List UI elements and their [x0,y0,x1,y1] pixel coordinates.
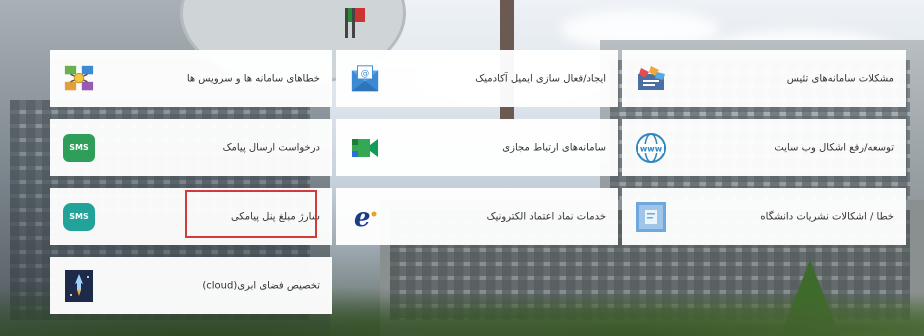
tile-label: خطاهای سامانه ها و سرویس ها [186,73,320,84]
svg-text:e: e [354,203,371,232]
tile-e-trust-symbol[interactable]: e خدمات نماد اعتماد الکترونیک [336,188,618,245]
tile-label: درخواست ارسال پیامک [222,142,320,153]
journal-icon [635,201,667,233]
video-meet-icon [349,132,381,164]
scattered-documents-icon [635,63,667,95]
tile-label: توسعه/رفع اشکال وب سایت [774,142,894,153]
sms-badge: SMS [63,133,95,162]
tile-label: مشکلات سامانه‌های تئیس [786,73,894,84]
svg-text:@: @ [361,68,369,78]
tile-virtual-communication[interactable]: سامانه‌های ارتباط مجازی [336,119,618,176]
tile-label: خدمات نماد اعتماد الکترونیک [486,211,606,222]
tile-website-dev[interactable]: www توسعه/رفع اشکال وب سایت [622,119,906,176]
www-globe-icon: www [635,132,667,164]
email-envelope-icon: @ [349,63,381,95]
svg-text:www: www [640,144,663,153]
tile-academic-email[interactable]: @ ایجاد/فعال سازی ایمیل آکادمیک [336,50,618,107]
tile-sms-panel-charge[interactable]: SMS شارژ مبلغ پنل پیامکی [50,188,332,245]
tile-label: ایجاد/فعال سازی ایمیل آکادمیک [475,73,606,84]
tile-label: تخصیص فضای ابری(cloud) [202,280,320,291]
tile-label: شارژ مبلغ پنل پیامکی [230,211,320,222]
service-tiles-grid: مشکلات سامانه‌های تئیس @ ایجاد/فعال سازی… [0,0,924,336]
e-trust-icon: e [349,201,381,233]
tile-tais-systems[interactable]: مشکلات سامانه‌های تئیس [622,50,906,107]
tile-label: سامانه‌های ارتباط مجازی [502,142,606,153]
tile-cloud-allocation[interactable]: تخصیص فضای ابری(cloud) [50,257,332,314]
cloud-rocket-icon [63,269,95,302]
network-error-icon [63,63,95,95]
sms-chat-icon: SMS [63,201,95,233]
sms-icon: SMS [63,132,95,164]
sms-badge: SMS [63,202,95,231]
tile-system-errors[interactable]: خطاهای سامانه ها و سرویس ها [50,50,332,107]
tile-university-journals[interactable]: خطا / اشکالات نشریات دانشگاه [622,188,906,245]
tile-sms-request[interactable]: SMS درخواست ارسال پیامک [50,119,332,176]
tile-label: خطا / اشکالات نشریات دانشگاه [760,211,894,222]
